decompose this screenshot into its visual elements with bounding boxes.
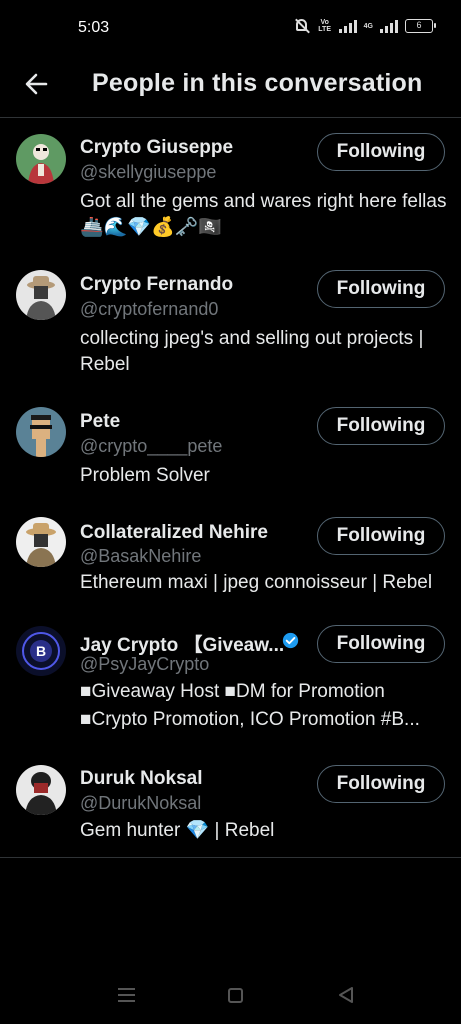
person-bio: Gem hunter 💎 | Rebel xyxy=(80,820,275,841)
person-handle[interactable]: @DurukNoksal xyxy=(80,793,201,814)
person-name[interactable]: Duruk Noksal xyxy=(80,768,202,790)
person-handle[interactable]: @skellygiuseppe xyxy=(80,162,216,183)
person-handle[interactable]: @BasakNehire xyxy=(80,546,201,567)
status-icons: Vo LTE 4G 6 xyxy=(293,18,436,34)
person-handle[interactable]: @cryptofernand0 xyxy=(80,299,218,320)
page-title: People in this conversation xyxy=(92,69,423,97)
person-bio: ■Giveaway Host ■DM for Promotion ■Crypto… xyxy=(80,681,420,730)
avatar[interactable] xyxy=(16,407,66,457)
avatar[interactable] xyxy=(16,765,66,815)
avatar[interactable] xyxy=(16,270,66,320)
person-bio: Ethereum maxi | jpeg connoisseur | Rebel xyxy=(80,572,433,593)
signal-icon xyxy=(338,19,357,33)
person-bio: collecting jpeg's and selling out projec… xyxy=(80,328,424,375)
person-row[interactable]: Duruk Noksal @DurukNoksal Following Gem … xyxy=(0,752,461,857)
back-button[interactable] xyxy=(22,68,54,100)
header: People in this conversation xyxy=(0,58,461,118)
person-bio: Problem Solver xyxy=(80,465,210,486)
person-row[interactable]: Pete @crypto____pete Following Problem S… xyxy=(0,393,461,498)
following-button[interactable]: Following xyxy=(317,765,445,803)
arrow-left-icon xyxy=(25,73,48,95)
avatar[interactable]: B xyxy=(16,626,66,676)
person-name[interactable]: Crypto Fernando xyxy=(80,274,233,296)
status-bar: 5:03 Vo LTE 4G 6 xyxy=(0,0,461,58)
following-button[interactable]: Following xyxy=(317,517,445,555)
person-name[interactable]: Crypto Giuseppe xyxy=(80,137,233,159)
following-button[interactable]: Following xyxy=(317,625,445,663)
recent-apps-button[interactable] xyxy=(118,988,135,1002)
verified-badge-icon xyxy=(282,632,299,649)
volte-icon: Vo LTE xyxy=(318,19,331,33)
svg-text:B: B xyxy=(36,643,46,659)
person-row[interactable]: B Jay Crypto 【Giveaw... @PsyJayCrypto Fo… xyxy=(0,612,461,747)
person-name[interactable]: Collateralized Nehire xyxy=(80,522,268,544)
network-type-icon: 4G xyxy=(363,22,373,30)
person-row[interactable]: Crypto Giuseppe @skellygiuseppe Followin… xyxy=(0,119,461,254)
following-button[interactable]: Following xyxy=(317,270,445,308)
person-row[interactable]: Collateralized Nehire @BasakNehire Follo… xyxy=(0,503,461,608)
list-end-divider xyxy=(0,857,461,858)
battery-icon: 6 xyxy=(405,19,436,33)
person-name[interactable]: Jay Crypto 【Giveaw... xyxy=(80,630,284,657)
mute-icon xyxy=(293,18,311,34)
person-handle[interactable]: @crypto____pete xyxy=(80,436,222,457)
home-button[interactable] xyxy=(228,988,243,1003)
avatar[interactable] xyxy=(16,517,66,567)
following-button[interactable]: Following xyxy=(317,133,445,171)
avatar[interactable] xyxy=(16,134,66,184)
system-back-button[interactable] xyxy=(337,986,355,1004)
status-time: 5:03 xyxy=(78,19,110,36)
person-name[interactable]: Pete xyxy=(80,411,120,433)
signal-icon-2 xyxy=(380,19,398,33)
person-handle[interactable]: @PsyJayCrypto xyxy=(80,654,209,675)
system-nav-bar xyxy=(0,972,461,1024)
person-bio: Got all the gems and wares right here fe… xyxy=(80,191,447,238)
person-row[interactable]: Crypto Fernando @cryptofernand0 Followin… xyxy=(0,256,461,391)
following-button[interactable]: Following xyxy=(317,407,445,445)
